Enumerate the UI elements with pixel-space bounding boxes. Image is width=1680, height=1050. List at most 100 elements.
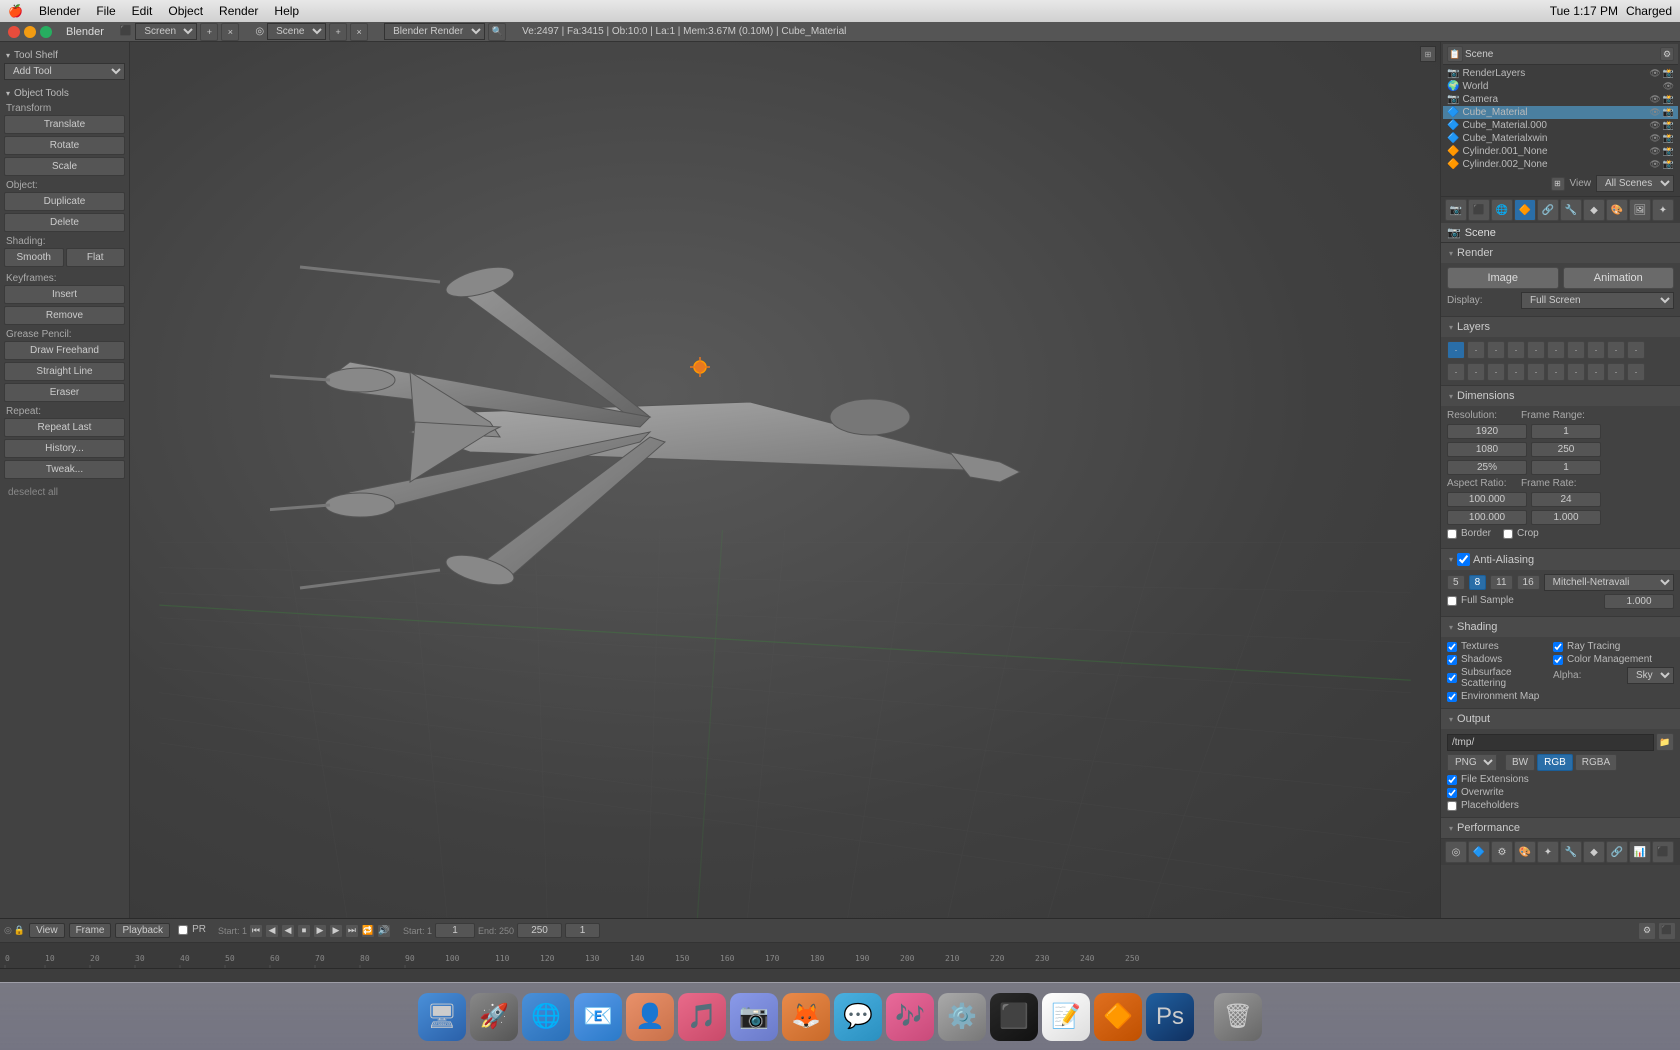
renderlayers-vis[interactable]: 👁 <box>1649 68 1660 79</box>
cyl002-vis[interactable]: 👁 <box>1649 159 1660 170</box>
render-menu[interactable]: Render <box>219 4 258 18</box>
envmap-checkbox[interactable] <box>1447 692 1457 702</box>
dock-music[interactable]: 🎵 <box>678 993 726 1041</box>
subsurface-check[interactable]: Subsurface Scattering <box>1447 667 1545 689</box>
border-check[interactable]: Border <box>1447 528 1491 539</box>
audio-btn[interactable]: 🔊 <box>377 924 391 938</box>
render-section-header[interactable]: Render <box>1441 243 1680 263</box>
next-frame-btn[interactable]: ▶ <box>329 924 343 938</box>
draw-freehand-btn[interactable]: Draw Freehand <box>4 341 125 360</box>
prop-bottom-4[interactable]: 🎨 <box>1514 841 1536 863</box>
aa-8-btn[interactable]: 8 <box>1469 575 1487 590</box>
prop-bottom-7[interactable]: ◆ <box>1583 841 1605 863</box>
layer-11[interactable]: · <box>1447 363 1465 381</box>
screen-add-btn[interactable]: + <box>200 23 218 41</box>
dock-iphoto[interactable]: 📷 <box>730 993 778 1041</box>
raytracing-check[interactable]: Ray Tracing <box>1553 641 1674 652</box>
scene-remove-btn[interactable]: × <box>350 23 368 41</box>
start-frame-field[interactable] <box>435 923 475 938</box>
colormanagement-check[interactable]: Color Management <box>1553 654 1674 665</box>
placeholders-check[interactable]: Placeholders <box>1447 800 1674 811</box>
layer-14[interactable]: · <box>1507 363 1525 381</box>
camera-vis[interactable]: 👁 <box>1649 94 1660 105</box>
tree-item-world[interactable]: 🌍 World 👁 <box>1443 80 1678 93</box>
fps-input[interactable] <box>1531 492 1601 507</box>
border-checkbox[interactable] <box>1447 529 1457 539</box>
y-res-input[interactable] <box>1447 442 1527 457</box>
prop-bottom-3[interactable]: ⚙ <box>1491 841 1513 863</box>
layer-19[interactable]: · <box>1607 363 1625 381</box>
next-keyframe-btn[interactable]: ⏭ <box>345 924 359 938</box>
translate-btn[interactable]: Translate <box>4 115 125 134</box>
aa-16-btn[interactable]: 16 <box>1517 575 1540 590</box>
stop-btn[interactable]: ⏹ <box>297 924 311 938</box>
layer-6[interactable]: · <box>1547 341 1565 359</box>
close-window-btn[interactable] <box>8 26 20 38</box>
delete-btn[interactable]: Delete <box>4 213 125 232</box>
file-extensions-check[interactable]: File Extensions <box>1447 774 1674 785</box>
edit-menu[interactable]: Edit <box>132 4 153 18</box>
world-vis[interactable]: 👁 <box>1663 81 1674 92</box>
file-extensions-checkbox[interactable] <box>1447 775 1457 785</box>
step-input[interactable] <box>1531 460 1601 475</box>
tree-item-cylinder-001[interactable]: 🔶 Cylinder.001_None 👁 📸 <box>1443 145 1678 158</box>
crop-checkbox[interactable] <box>1503 529 1513 539</box>
tool-shelf-title[interactable]: Tool Shelf <box>6 50 125 61</box>
end-frame-input[interactable] <box>1531 442 1601 457</box>
tree-item-cube-material-000[interactable]: 🔷 Cube_Material.000 👁 📸 <box>1443 119 1678 132</box>
3d-viewport[interactable]: ⊞ ◎ 🔒 Object Mode Select Object ⬜ Object… <box>130 42 1440 918</box>
material-props-btn[interactable]: 🎨 <box>1606 199 1628 221</box>
scale-btn[interactable]: Scale <box>4 157 125 176</box>
modifier-props-btn[interactable]: 🔧 <box>1560 199 1582 221</box>
outliner-view-btn[interactable]: ⊞ <box>1551 177 1565 191</box>
prop-bottom-10[interactable]: ⬛ <box>1652 841 1674 863</box>
start-frame-input[interactable] <box>1531 424 1601 439</box>
timeline-ruler[interactable]: 0 10 20 30 40 50 60 70 80 90 100 110 120… <box>0 943 1680 968</box>
crop-check[interactable]: Crop <box>1503 528 1539 539</box>
repeat-last-btn[interactable]: Repeat Last <box>4 418 125 437</box>
prop-bottom-8[interactable]: 🔗 <box>1606 841 1628 863</box>
layer-8[interactable]: · <box>1587 341 1605 359</box>
tree-item-cylinder-002[interactable]: 🔶 Cylinder.002_None 👁 📸 <box>1443 158 1678 171</box>
cubexwin-vis[interactable]: 👁 <box>1649 133 1660 144</box>
particles-props-btn[interactable]: ✦ <box>1652 199 1674 221</box>
shadows-checkbox[interactable] <box>1447 655 1457 665</box>
cubexwin-render[interactable]: 📸 <box>1663 133 1674 144</box>
cube000-render[interactable]: 📸 <box>1663 120 1674 131</box>
data-props-btn[interactable]: ◆ <box>1583 199 1605 221</box>
dock-textedit[interactable]: 📝 <box>1042 993 1090 1041</box>
maximize-window-btn[interactable] <box>40 26 52 38</box>
texture-props-btn[interactable]: 🖼 <box>1629 199 1651 221</box>
loop-btn[interactable]: 🔁 <box>361 924 375 938</box>
display-select[interactable]: Full Screen <box>1521 292 1674 309</box>
duplicate-btn[interactable]: Duplicate <box>4 192 125 211</box>
render-props-btn[interactable]: 📷 <box>1445 199 1467 221</box>
object-tools-title[interactable]: Object Tools <box>6 88 125 99</box>
res-percent-input[interactable] <box>1447 460 1527 475</box>
layer-7[interactable]: · <box>1567 341 1585 359</box>
tree-item-cube-materialxwin[interactable]: 🔷 Cube_Materialxwin 👁 📸 <box>1443 132 1678 145</box>
dock-firefox[interactable]: 🦊 <box>782 993 830 1041</box>
add-tool-select[interactable]: Add Tool <box>4 63 125 80</box>
scene-props-btn[interactable]: ⬛ <box>1468 199 1490 221</box>
aa-size-input[interactable] <box>1604 594 1674 609</box>
dock-contacts[interactable]: 👤 <box>626 993 674 1041</box>
full-sample-check[interactable]: Full Sample <box>1447 595 1514 606</box>
layer-13[interactable]: · <box>1487 363 1505 381</box>
colormanagement-checkbox[interactable] <box>1553 655 1563 665</box>
bw-btn[interactable]: BW <box>1505 754 1535 771</box>
all-scenes-select[interactable]: All Scenes <box>1596 175 1674 192</box>
search-btn[interactable]: 🔍 <box>488 23 506 41</box>
history-btn[interactable]: History... <box>4 439 125 458</box>
dock-skype[interactable]: 💬 <box>834 993 882 1041</box>
envmap-check[interactable]: Environment Map <box>1447 691 1545 702</box>
timeline-frame-btn[interactable]: Frame <box>69 923 112 938</box>
layer-4[interactable]: · <box>1507 341 1525 359</box>
prop-bottom-5[interactable]: ✦ <box>1537 841 1559 863</box>
cube-vis[interactable]: 👁 <box>1649 107 1660 118</box>
help-menu[interactable]: Help <box>274 4 299 18</box>
play-btn[interactable]: ▶ <box>313 924 327 938</box>
screen-select[interactable]: Screen <box>135 23 197 40</box>
scene-add-btn[interactable]: + <box>329 23 347 41</box>
cyl001-vis[interactable]: 👁 <box>1649 146 1660 157</box>
